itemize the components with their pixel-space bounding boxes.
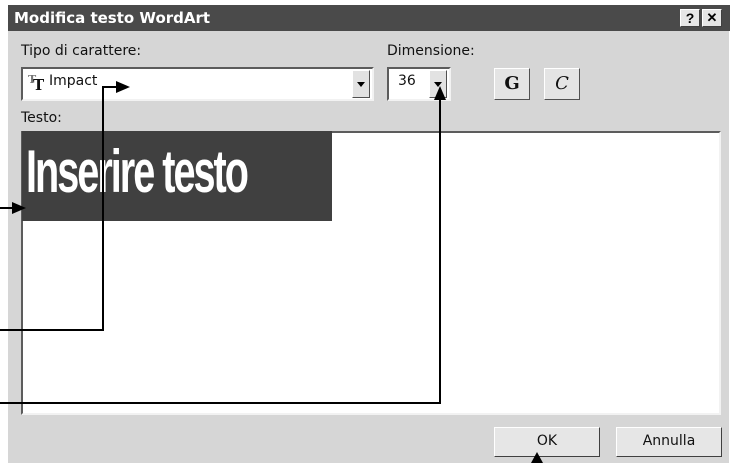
italic-button[interactable]: C <box>544 68 580 100</box>
font-dropdown-button[interactable] <box>352 70 370 98</box>
font-value: Impact <box>49 73 98 89</box>
truetype-font-icon: T T <box>28 73 45 94</box>
font-combobox[interactable]: T T Impact <box>21 67 374 101</box>
size-combobox[interactable]: 36 <box>387 67 451 101</box>
font-label: Tipo di carattere: <box>21 43 142 59</box>
close-button[interactable]: ✕ <box>702 9 722 27</box>
text-selection: Inserire testo <box>22 131 332 221</box>
size-dropdown-button[interactable] <box>429 70 447 98</box>
size-label: Dimensione: <box>387 43 475 59</box>
dialog-title: Modifica testo WordArt <box>14 9 211 27</box>
bold-button[interactable]: G <box>494 68 530 100</box>
size-value: 36 <box>398 73 416 89</box>
text-value: Inserire testo <box>26 138 249 205</box>
title-bar: Modifica testo WordArt ? ✕ <box>8 5 730 31</box>
help-button[interactable]: ? <box>680 9 700 27</box>
ok-button[interactable]: OK <box>494 427 600 457</box>
wordart-dialog: Modifica testo WordArt ? ✕ Tipo di carat… <box>7 4 730 463</box>
text-label: Testo: <box>21 110 62 126</box>
cancel-button[interactable]: Annulla <box>616 427 722 457</box>
